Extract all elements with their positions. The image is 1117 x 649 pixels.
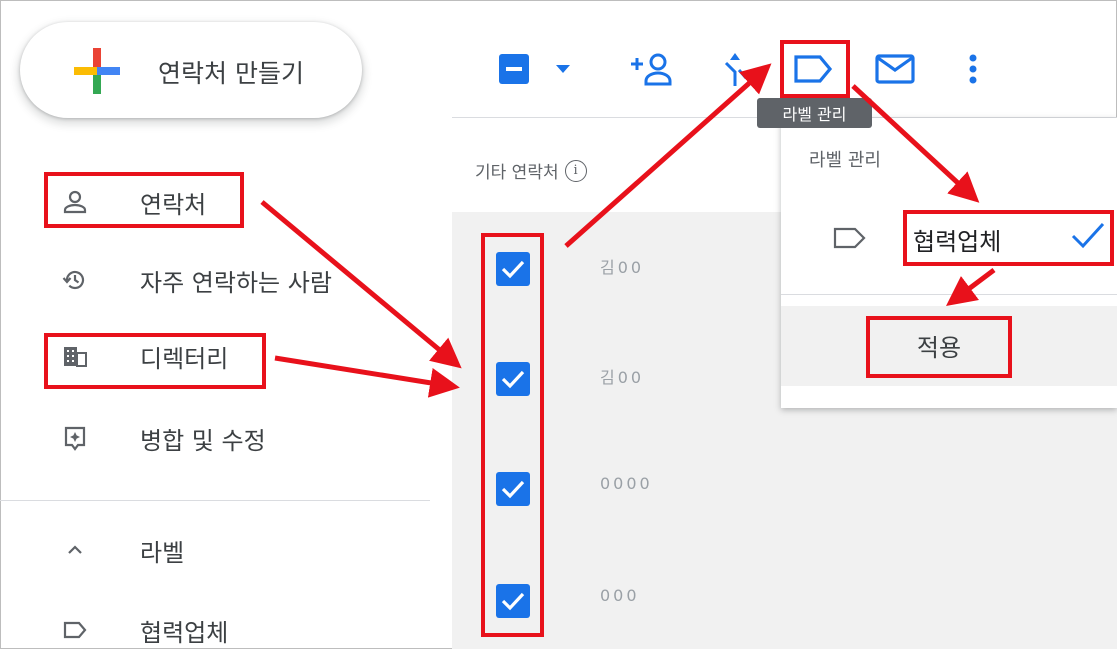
section-title-text: 기타 연락처 <box>475 163 559 183</box>
sidebar-label-partners[interactable]: 협력업체 <box>0 600 430 649</box>
create-contact-button[interactable]: 연락처 만들기 <box>20 22 362 118</box>
menu-divider <box>781 294 1117 295</box>
labels-section-toggle[interactable]: 라벨 <box>0 520 430 580</box>
sidebar-item-frequent[interactable]: 자주 연락하는 사람 <box>0 250 430 310</box>
create-contact-label: 연락처 만들기 <box>158 59 304 88</box>
chevron-up-icon <box>62 537 88 563</box>
section-title: 기타 연락처 i <box>475 158 587 183</box>
more-vert-icon <box>969 54 977 84</box>
sidebar-item-label: 병합 및 수정 <box>140 426 266 455</box>
sidebar-item-merge-fix[interactable]: 병합 및 수정 <box>0 408 430 468</box>
labels-header: 라벨 <box>140 538 185 567</box>
add-to-contacts-button[interactable] <box>628 46 674 92</box>
mail-icon <box>875 54 915 84</box>
history-icon <box>62 267 88 293</box>
merge-fix-icon <box>62 425 88 451</box>
merge-icon <box>724 53 748 86</box>
label-icon <box>833 227 866 249</box>
plus-icon <box>74 48 120 94</box>
select-dropdown[interactable] <box>550 46 576 92</box>
sidebar-divider <box>0 500 430 501</box>
sidebar-item-label: 자주 연락하는 사람 <box>140 268 332 297</box>
highlight-apply <box>866 316 1012 378</box>
sidebar-item-label: 협력업체 <box>140 618 229 647</box>
send-email-button[interactable] <box>872 46 918 92</box>
select-all-checkbox[interactable] <box>496 46 532 92</box>
merge-button[interactable] <box>718 46 754 92</box>
info-icon[interactable]: i <box>564 159 587 182</box>
highlight-contacts <box>44 172 244 228</box>
label-icon <box>62 617 88 643</box>
select-all-checkbox-icon <box>499 54 529 84</box>
contact-name[interactable]: 김00 <box>600 364 644 388</box>
highlight-checkboxes <box>481 233 544 637</box>
tooltip: 라벨 관리 <box>757 98 872 128</box>
menu-title: 라벨 관리 <box>809 150 881 171</box>
dropdown-caret-icon <box>556 65 570 73</box>
highlight-directory <box>44 333 266 389</box>
highlight-label-item <box>903 210 1114 266</box>
more-actions-button[interactable] <box>960 46 986 92</box>
add-person-icon <box>631 53 672 86</box>
contact-name[interactable]: 000 <box>600 586 640 605</box>
highlight-label-button <box>780 40 850 98</box>
contact-name[interactable]: 0000 <box>600 474 653 493</box>
contact-name[interactable]: 김00 <box>600 254 644 278</box>
